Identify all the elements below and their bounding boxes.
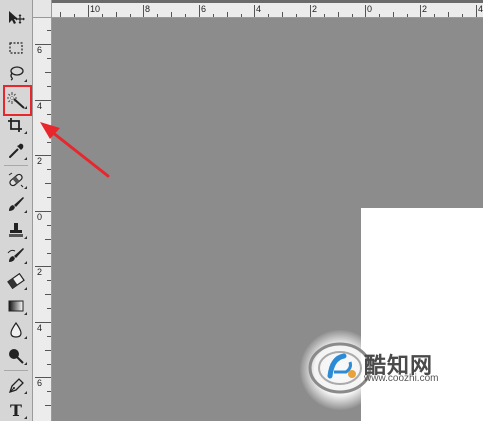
ruler-ticks xyxy=(60,5,477,17)
tool-group-indicator xyxy=(24,416,27,419)
tool-group-indicator xyxy=(24,391,27,394)
ruler-tick-label: 4 xyxy=(256,4,262,14)
eraser-tool[interactable] xyxy=(5,271,27,291)
ruler-tick-label: 8 xyxy=(145,4,151,14)
clone-stamp-tool[interactable] xyxy=(5,220,27,240)
tool-group-indicator xyxy=(24,362,27,365)
rectangular-marquee-icon xyxy=(8,41,24,55)
move-icon xyxy=(7,10,25,26)
eraser-icon xyxy=(7,273,25,289)
move-tool[interactable] xyxy=(5,8,27,28)
ruler-tick-label: 2 xyxy=(37,156,43,166)
ruler-tick-label: 10 xyxy=(90,4,101,14)
ruler-tick-label: 4 xyxy=(37,101,43,111)
toolbar-divider xyxy=(4,370,28,371)
ruler-tick-label: 4 xyxy=(37,323,43,333)
ruler-tick-label: 6 xyxy=(37,45,43,55)
ruler-tick-label: 4 xyxy=(478,4,483,14)
highlight-box xyxy=(3,85,32,116)
tool-group-indicator xyxy=(24,312,27,315)
clone-stamp-icon xyxy=(7,222,25,238)
tool-group-indicator xyxy=(24,79,27,82)
ruler-tick-label: 0 xyxy=(37,212,43,222)
ruler-tick-label: 2 xyxy=(37,267,43,277)
eyedropper-tool[interactable] xyxy=(5,141,27,161)
blur-icon xyxy=(7,322,25,338)
ruler-tick-label: 6 xyxy=(37,378,43,388)
tools-panel: T xyxy=(0,0,33,421)
blur-tool[interactable] xyxy=(5,320,27,340)
gradient-tool[interactable] xyxy=(5,296,27,316)
spot-healing-brush-tool[interactable] xyxy=(5,170,27,190)
tool-group-indicator xyxy=(24,236,27,239)
toolbar-divider xyxy=(4,165,28,166)
pen-tool[interactable] xyxy=(5,375,27,395)
ruler-tick-label: 6 xyxy=(201,4,207,14)
horizontal-ruler[interactable]: 10 8 6 4 2 0 2 4 xyxy=(52,0,483,18)
vertical-ruler[interactable]: 6 4 2 0 2 4 6 xyxy=(33,18,52,421)
history-brush-icon xyxy=(7,247,25,263)
ruler-tick-label: 2 xyxy=(312,4,318,14)
watermark-url: www.coozhi.com xyxy=(364,373,439,384)
tool-group-indicator xyxy=(24,287,27,290)
type-tool[interactable]: T xyxy=(5,400,27,420)
dodge-tool[interactable] xyxy=(5,346,27,366)
brush-tool[interactable] xyxy=(5,194,27,214)
tool-group-indicator xyxy=(24,186,27,189)
tool-group-indicator xyxy=(24,131,27,134)
tool-group-indicator xyxy=(24,210,27,213)
tool-group-indicator xyxy=(24,261,27,264)
brush-icon xyxy=(7,196,25,212)
eyedropper-icon xyxy=(7,143,25,159)
history-brush-tool[interactable] xyxy=(5,245,27,265)
pen-icon xyxy=(7,377,25,393)
ruler-ticks xyxy=(35,30,51,406)
rectangular-marquee-tool[interactable] xyxy=(5,38,27,58)
crop-tool[interactable] xyxy=(5,115,27,135)
ruler-tick-label: 0 xyxy=(367,4,373,14)
dodge-icon xyxy=(7,348,25,364)
tool-group-indicator xyxy=(24,157,27,160)
crop-icon xyxy=(7,117,25,133)
ruler-tick-label: 2 xyxy=(422,4,428,14)
ruler-origin[interactable] xyxy=(33,0,52,18)
gradient-icon xyxy=(7,298,25,314)
lasso-tool[interactable] xyxy=(5,63,27,83)
tool-group-indicator xyxy=(24,336,27,339)
type-icon: T xyxy=(10,400,22,420)
spot-healing-brush-icon xyxy=(7,172,25,188)
lasso-icon xyxy=(7,65,25,81)
